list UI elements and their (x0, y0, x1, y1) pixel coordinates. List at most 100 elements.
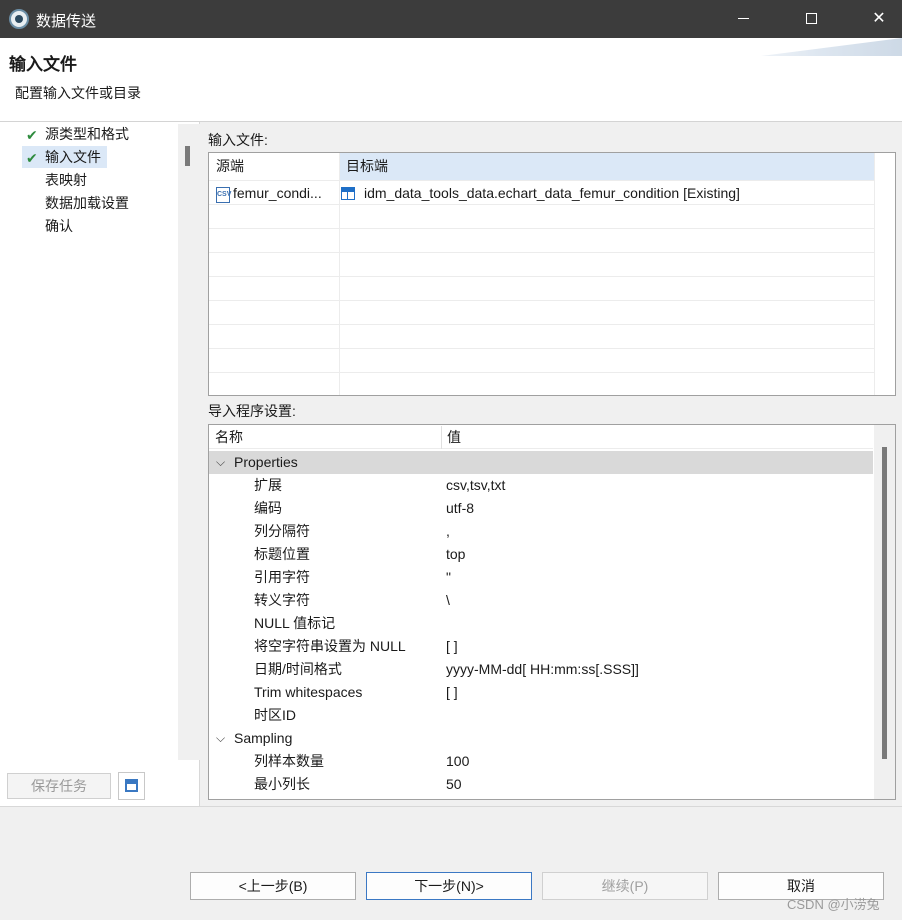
group-row-sampling[interactable]: ⌵ Sampling (209, 727, 873, 750)
property-row[interactable]: 标题位置 top (209, 543, 873, 566)
importer-settings-label: 导入程序设置: (208, 403, 296, 419)
property-row[interactable]: 列分隔符, (209, 520, 873, 543)
title-bar: 数据传送 ✕ (0, 0, 902, 38)
property-name: NULL 值标记 (254, 615, 336, 631)
page-title: 输入文件 (9, 55, 77, 74)
property-name: 转义字符 (254, 592, 310, 608)
property-value[interactable]: [ ] (446, 635, 458, 658)
window-title: 数据传送 (36, 13, 97, 30)
settings-scroll-thumb[interactable] (882, 447, 887, 759)
settings-scrollbar[interactable] (874, 425, 895, 799)
column-header-target[interactable]: 目标端 (346, 153, 388, 180)
importer-settings-table[interactable]: 名称 值 ⌵ Properties 扩展 csv,tsv,txt 编码 utf-8 … (208, 424, 896, 800)
property-value[interactable]: top (446, 543, 465, 566)
property-row[interactable]: 最小列长 50 (209, 773, 873, 796)
chevron-down-icon[interactable]: ⌵ (216, 451, 225, 474)
property-name: 标题位置 (254, 546, 310, 562)
save-task-icon-button[interactable] (118, 772, 145, 800)
property-value[interactable]: " (446, 566, 451, 589)
property-name: 列样本数量 (254, 753, 324, 769)
property-name: 最小列长 (254, 776, 310, 792)
property-row[interactable]: 引用字符 " (209, 566, 873, 589)
property-value[interactable]: yyyy-MM-dd[ HH:mm:ss[.SSS]] (446, 658, 639, 681)
nav-item-confirm[interactable]: 确认 (22, 215, 79, 237)
property-value[interactable]: 50 (446, 773, 462, 796)
property-value[interactable]: 100 (446, 750, 469, 773)
wizard-footer (0, 806, 902, 920)
next-button[interactable]: 下一步(N)> (366, 872, 532, 900)
property-row[interactable]: 扩展 csv,tsv,txt (209, 474, 873, 497)
maximize-icon (805, 13, 817, 25)
row-divider (209, 252, 874, 253)
nav-scroll-thumb[interactable] (185, 146, 190, 166)
save-task-button[interactable]: 保存任务 (7, 773, 111, 799)
page-description: 配置输入文件或目录 (15, 85, 141, 101)
property-row[interactable]: 编码 utf-8 (209, 497, 873, 520)
minimize-icon (737, 18, 749, 20)
nav-item-label: 输入文件 (45, 149, 101, 165)
row-divider (209, 276, 874, 277)
input-files-label: 输入文件: (208, 132, 268, 148)
check-icon: ✔ (26, 127, 38, 143)
save-task-icon (125, 779, 138, 792)
wizard-steps-panel: ✔ 源类型和格式 ✔ 输入文件 表映射 数据加载设置 确认 (0, 122, 200, 806)
nav-item-table-mapping[interactable]: 表映射 (22, 169, 93, 191)
minimize-button[interactable] (720, 0, 766, 38)
column-divider (441, 426, 442, 449)
group-row-properties[interactable]: ⌵ Properties (209, 451, 873, 474)
nav-item-input-files[interactable]: ✔ 输入文件 (22, 146, 107, 168)
property-name: 编码 (254, 500, 282, 516)
property-value[interactable]: [ ] (446, 681, 458, 704)
nav-item-load-settings[interactable]: 数据加载设置 (22, 192, 135, 214)
property-value[interactable]: utf-8 (446, 497, 474, 520)
property-row[interactable]: Trim whitespaces [ ] (209, 681, 873, 704)
table-header: 名称 值 (209, 426, 873, 449)
column-divider (874, 153, 875, 395)
header-banner (760, 38, 902, 56)
nav-item-source-type[interactable]: ✔ 源类型和格式 (22, 123, 135, 145)
property-row[interactable]: NULL 值标记 (209, 612, 873, 635)
chevron-down-icon[interactable]: ⌵ (216, 727, 225, 750)
database-table-icon (341, 187, 355, 200)
property-name: 引用字符 (254, 569, 310, 585)
property-value[interactable]: \ (446, 589, 450, 612)
property-row[interactable]: 转义字符 \ (209, 589, 873, 612)
nav-item-label: 表映射 (45, 172, 87, 188)
wizard-header: 输入文件 配置输入文件或目录 (0, 38, 902, 122)
prev-button[interactable]: <上一步(B) (190, 872, 356, 900)
continue-button[interactable]: 继续(P) (542, 872, 708, 900)
input-files-table[interactable]: 源端 目标端 CSV femur_condi... idm_data_tools… (208, 152, 896, 396)
property-row[interactable]: 时区ID (209, 704, 873, 727)
watermark: CSDN @小涝兔 (787, 897, 880, 912)
maximize-button[interactable] (788, 0, 834, 38)
nav-scrollbar[interactable] (178, 124, 200, 760)
property-name: 列分隔符 (254, 523, 310, 539)
property-value[interactable]: csv,tsv,txt (446, 474, 505, 497)
row-divider (209, 324, 874, 325)
column-header-value[interactable]: 值 (447, 426, 461, 449)
close-icon: ✕ (872, 10, 886, 27)
target-table-name: idm_data_tools_data.echart_data_femur_co… (364, 185, 740, 201)
row-divider (209, 348, 874, 349)
row-divider (209, 372, 874, 373)
table-row[interactable]: CSV femur_condi... idm_data_tools_data.e… (209, 181, 874, 205)
property-name: Trim whitespaces (254, 684, 363, 700)
nav-item-label: 数据加载设置 (45, 195, 129, 211)
row-divider (209, 300, 874, 301)
row-divider (209, 228, 874, 229)
property-name: 时区ID (254, 707, 296, 723)
app-icon (9, 9, 29, 29)
property-name: 扩展 (254, 477, 282, 493)
nav-item-label: 源类型和格式 (45, 126, 129, 142)
csv-file-icon: CSV (216, 187, 231, 203)
column-header-source[interactable]: 源端 (216, 153, 244, 180)
check-icon: ✔ (26, 150, 38, 166)
column-header-name[interactable]: 名称 (215, 426, 243, 449)
property-row[interactable]: 列样本数量 100 (209, 750, 873, 773)
property-name: 日期/时间格式 (254, 661, 342, 677)
property-value[interactable]: , (446, 520, 450, 543)
property-row[interactable]: 日期/时间格式 yyyy-MM-dd[ HH:mm:ss[.SSS]] (209, 658, 873, 681)
close-button[interactable]: ✕ (856, 0, 902, 38)
property-row[interactable]: 将空字符串设置为 NULL [ ] (209, 635, 873, 658)
source-file-name: femur_condi... (233, 185, 322, 201)
